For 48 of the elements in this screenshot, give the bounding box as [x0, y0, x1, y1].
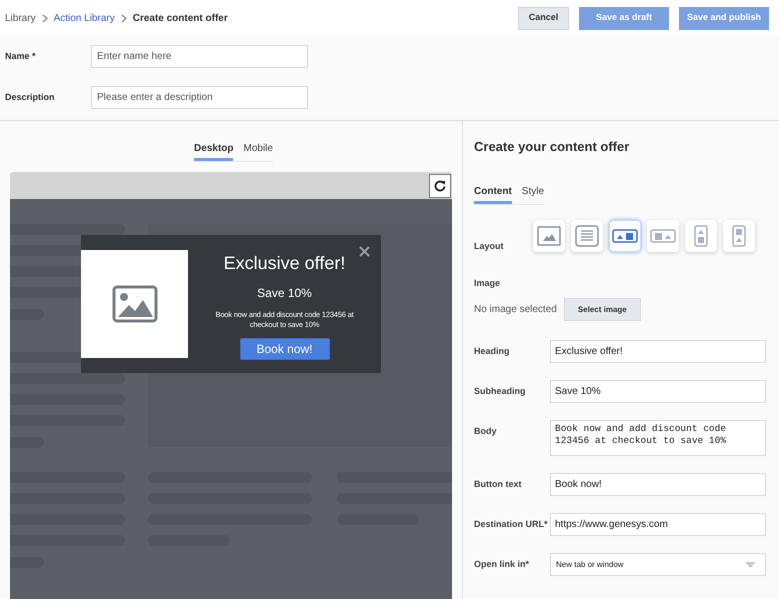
layout-option[interactable]: [609, 220, 641, 252]
select-image-button[interactable]: Select image: [564, 298, 641, 321]
popup-subheading: Save 10%: [257, 285, 312, 302]
field-label: Layout: [474, 240, 505, 253]
breadcrumb-item: Create content offer: [132, 12, 228, 26]
input-field[interactable]: Save 10%: [550, 380, 766, 403]
popup-heading: Exclusive offer!: [224, 252, 346, 275]
refresh-icon: [434, 180, 446, 192]
tab[interactable]: Desktop: [194, 141, 234, 161]
chevron-icon: [120, 14, 127, 22]
breadcrumb-item[interactable]: Library: [5, 10, 36, 26]
input-field[interactable]: Exclusive offer!: [550, 340, 766, 363]
tab[interactable]: Style: [522, 184, 544, 204]
input-field[interactable]: https://www.genesys.com: [550, 513, 766, 536]
image-icon: [112, 285, 158, 323]
dropdown-value: New tab or window: [556, 558, 624, 570]
layout-option[interactable]: [685, 220, 717, 252]
layout-option[interactable]: [533, 220, 565, 252]
text-area[interactable]: Book now and add discount code 123456 at checkout to save 10%: [550, 420, 766, 456]
field-label: Heading: [474, 344, 511, 358]
status-text: No image selected: [474, 303, 557, 317]
breadcrumb-link[interactable]: Action Library: [54, 10, 115, 26]
close-icon[interactable]: [359, 246, 370, 257]
field-label: Destination URL*: [474, 518, 549, 531]
layout-option[interactable]: [647, 220, 679, 252]
field-label: Image: [474, 276, 502, 290]
tab[interactable]: Mobile: [243, 141, 273, 161]
tab[interactable]: Content: [474, 184, 512, 204]
field-label: Button text: [474, 478, 522, 491]
field-label: Subheading: [474, 384, 526, 398]
caret-icon: [745, 562, 756, 568]
field-label: Description: [5, 90, 56, 104]
layout-option[interactable]: [571, 220, 603, 252]
layout-icon: [535, 224, 563, 248]
layout-icon: [573, 224, 601, 248]
panel-title: Create your content offer: [474, 138, 630, 156]
input-field[interactable]: Book now!: [550, 473, 766, 496]
field-label: Name *: [5, 50, 37, 63]
popup-button[interactable]: Book now!: [240, 338, 330, 360]
field-label: Body: [474, 425, 498, 438]
refresh-button[interactable]: [429, 174, 451, 198]
input-field[interactable]: Please enter a description: [91, 86, 308, 109]
input-field[interactable]: Enter name here: [91, 45, 308, 68]
cancel-button[interactable]: Cancel: [518, 6, 569, 30]
dropdown[interactable]: New tab or window: [550, 553, 766, 576]
chevron-icon: [42, 14, 48, 22]
field-label: Open link in*: [474, 558, 530, 571]
layout-option[interactable]: [723, 220, 755, 252]
